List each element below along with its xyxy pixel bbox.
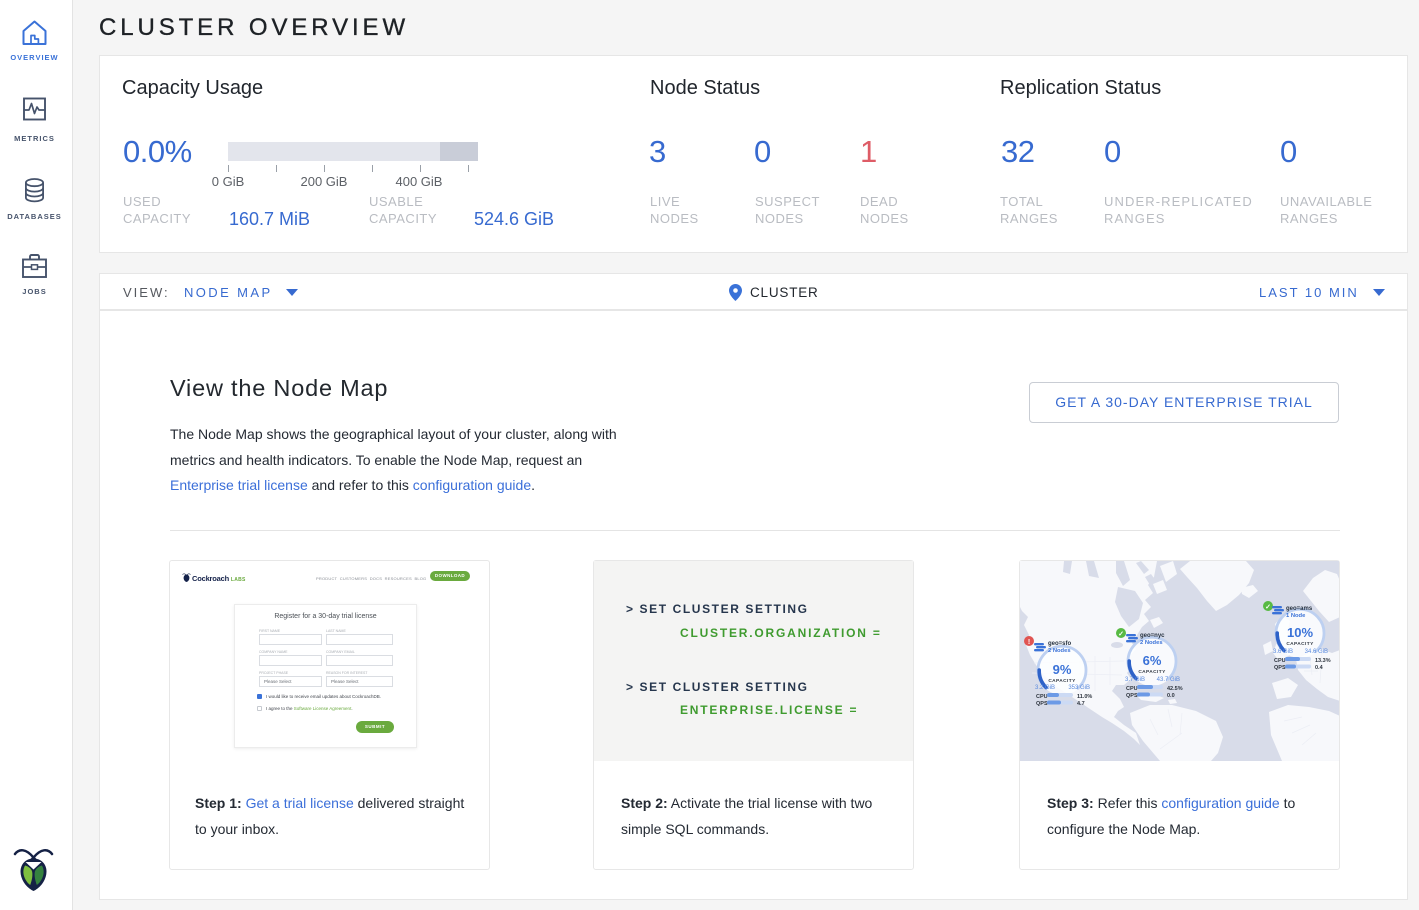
svg-text:3.7 GiB: 3.7 GiB xyxy=(1125,677,1145,683)
svg-text:42.5%: 42.5% xyxy=(1167,686,1183,692)
svg-text:CPU: CPU xyxy=(1126,686,1138,692)
svg-text:geo=sfo: geo=sfo xyxy=(1048,641,1072,647)
svg-text:10%: 10% xyxy=(1287,625,1313,640)
svg-text:QPS: QPS xyxy=(1274,665,1286,671)
svg-text:✓: ✓ xyxy=(1118,631,1124,638)
svg-text:3.2 GiB: 3.2 GiB xyxy=(1035,685,1055,691)
svg-text:0.0: 0.0 xyxy=(1167,693,1175,699)
svg-text:2 Nodes: 2 Nodes xyxy=(1140,640,1163,646)
svg-text:43.7 GiB: 43.7 GiB xyxy=(1157,677,1180,683)
svg-text:geo=ams: geo=ams xyxy=(1286,606,1313,612)
svg-text:QPS: QPS xyxy=(1036,701,1048,707)
svg-text:1 Node: 1 Node xyxy=(1286,613,1306,619)
svg-text:6%: 6% xyxy=(1143,653,1162,668)
svg-text:QPS: QPS xyxy=(1126,693,1138,699)
svg-text:353 GiB: 353 GiB xyxy=(1068,685,1090,691)
svg-text:34.6 GiB: 34.6 GiB xyxy=(1305,649,1328,655)
svg-text:geo=nyc: geo=nyc xyxy=(1140,633,1165,639)
svg-text:!: ! xyxy=(1028,639,1030,646)
svg-text:2 Nodes: 2 Nodes xyxy=(1048,648,1071,654)
svg-text:CAPACITY: CAPACITY xyxy=(1138,669,1166,675)
svg-text:✓: ✓ xyxy=(1265,604,1271,611)
svg-text:CAPACITY: CAPACITY xyxy=(1048,678,1076,684)
svg-text:CPU: CPU xyxy=(1036,694,1048,700)
svg-text:11.0%: 11.0% xyxy=(1077,694,1092,700)
svg-text:9%: 9% xyxy=(1053,662,1072,677)
svg-text:4.7: 4.7 xyxy=(1077,701,1085,707)
svg-text:0.4: 0.4 xyxy=(1315,665,1324,671)
svg-text:13.3%: 13.3% xyxy=(1315,658,1331,664)
svg-text:CPU: CPU xyxy=(1274,658,1286,664)
svg-text:CAPACITY: CAPACITY xyxy=(1286,641,1314,647)
svg-text:3.6 GiB: 3.6 GiB xyxy=(1273,649,1293,655)
